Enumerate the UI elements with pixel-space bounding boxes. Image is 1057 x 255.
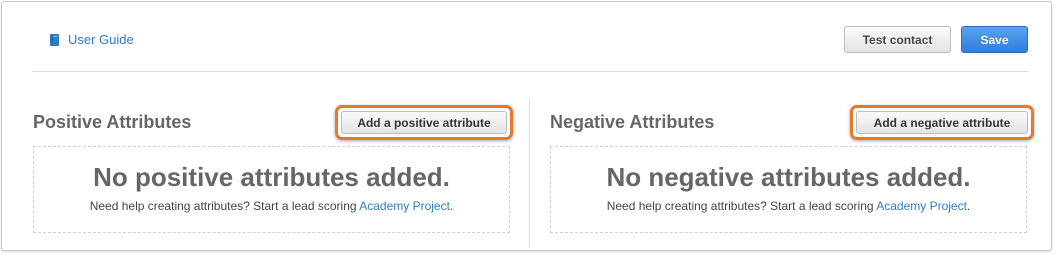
positive-empty-title: No positive attributes added. <box>93 162 450 192</box>
negative-help-label: Need help creating attributes? Start a l… <box>606 199 874 213</box>
user-guide-label: User Guide <box>68 32 134 47</box>
positive-help-text: Need help creating attributes? Start a l… <box>34 199 509 213</box>
negative-button-highlight: Add a negative attribute <box>850 105 1034 140</box>
negative-attributes-title: Negative Attributes <box>550 112 715 132</box>
test-contact-button[interactable]: Test contact <box>844 26 951 53</box>
column-divider <box>529 100 530 248</box>
negative-help-period: . <box>966 199 971 213</box>
negative-academy-link[interactable]: Academy Project <box>876 199 967 213</box>
positive-empty-state: No positive attributes added. Need help … <box>33 146 510 233</box>
save-button[interactable]: Save <box>961 26 1028 53</box>
positive-help-period: . <box>449 199 454 213</box>
book-icon <box>50 33 60 46</box>
positive-button-highlight: Add a positive attribute <box>335 105 513 140</box>
lead-scoring-panel: User Guide Test contact Save Positive At… <box>1 1 1052 251</box>
add-positive-attribute-button[interactable]: Add a positive attribute <box>341 111 507 134</box>
positive-attributes-title: Positive Attributes <box>33 112 192 132</box>
add-negative-attribute-button[interactable]: Add a negative attribute <box>856 111 1028 134</box>
user-guide-link[interactable]: User Guide <box>50 32 134 47</box>
negative-help-text: Need help creating attributes? Start a l… <box>551 199 1026 213</box>
negative-empty-state: No negative attributes added. Need help … <box>550 146 1027 233</box>
positive-academy-link[interactable]: Academy Project <box>359 199 450 213</box>
positive-help-label: Need help creating attributes? Start a l… <box>89 199 357 213</box>
header-divider <box>32 71 1028 72</box>
negative-empty-title: No negative attributes added. <box>606 162 971 192</box>
